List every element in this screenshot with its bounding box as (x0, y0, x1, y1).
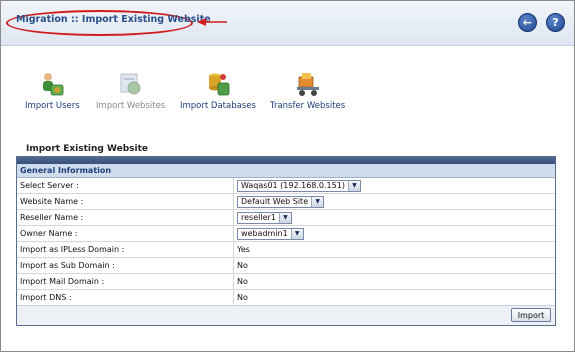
import-button[interactable]: Import (511, 308, 551, 322)
back-arrow-icon: ← (522, 16, 533, 29)
owner-name-label: Owner Name : (17, 225, 234, 242)
select-server-label: Select Server : (17, 178, 234, 194)
page-title: Migration :: Import Existing Website (16, 14, 211, 25)
table-row: Select Server : Waqas01 (192.168.0.151) … (17, 178, 555, 194)
import-users-button[interactable]: Import Users (25, 71, 80, 111)
mail-domain-label: Import Mail Domain : (17, 273, 234, 290)
owner-name-dropdown[interactable]: webadmin1 ▼ (237, 227, 304, 240)
chevron-down-icon: ▼ (278, 212, 291, 223)
select-server-dropdown[interactable]: Waqas01 (192.168.0.151) ▼ (237, 179, 361, 192)
help-icon: ? (552, 16, 559, 29)
chevron-down-icon: ▼ (347, 180, 360, 191)
window-frame: Migration :: Import Existing Website ← ?… (0, 0, 575, 352)
panel-header: General Information (17, 164, 555, 178)
help-button[interactable]: ? (546, 13, 565, 32)
ipless-domain-label: Import as IPLess Domain : (17, 241, 234, 258)
sub-domain-label: Import as Sub Domain : (17, 257, 234, 274)
import-websites-button[interactable]: Import Websites (96, 71, 165, 111)
import-databases-label: Import Databases (180, 101, 256, 111)
import-databases-button[interactable]: Import Databases (180, 71, 256, 111)
annotation-arrow-icon (197, 18, 227, 26)
chevron-down-icon: ▼ (290, 228, 303, 239)
website-name-label: Website Name : (17, 193, 234, 210)
import-users-label: Import Users (25, 101, 80, 111)
settings-table: Select Server : Waqas01 (192.168.0.151) … (17, 178, 555, 306)
chevron-down-icon: ▼ (311, 196, 324, 207)
website-name-dropdown[interactable]: Default Web Site ▼ (237, 195, 325, 208)
sub-domain-value: No (233, 257, 555, 274)
reseller-name-label: Reseller Name : (17, 209, 234, 226)
import-users-icon (43, 73, 64, 96)
back-button[interactable]: ← (518, 13, 537, 32)
reseller-name-dropdown[interactable]: reseller1 ▼ (237, 211, 292, 224)
import-websites-icon (120, 73, 141, 95)
panel-footer: Import (17, 305, 555, 325)
table-row: Import DNS : No (17, 289, 555, 306)
general-information-panel: General Information Select Server : Waqa… (16, 156, 556, 326)
transfer-websites-label: Transfer Websites (270, 101, 346, 111)
select-server-value: Waqas01 (192.168.0.151) (241, 181, 345, 190)
mail-domain-value: No (233, 273, 555, 290)
import-websites-label: Import Websites (96, 101, 166, 111)
transfer-websites-button[interactable]: Transfer Websites (270, 71, 345, 111)
table-row: Owner Name : webadmin1 ▼ (17, 225, 555, 242)
import-databases-icon (208, 73, 230, 96)
table-row: Import as IPLess Domain : Yes (17, 241, 555, 258)
panel-top-bar (17, 157, 555, 164)
table-row: Website Name : Default Web Site ▼ (17, 193, 555, 210)
table-row: Reseller Name : reseller1 ▼ (17, 209, 555, 226)
page-header: Migration :: Import Existing Website ← ? (1, 1, 574, 46)
transfer-websites-icon (296, 73, 319, 96)
table-row: Import as Sub Domain : No (17, 257, 555, 274)
website-name-value: Default Web Site (241, 197, 309, 206)
ipless-domain-value: Yes (233, 241, 555, 258)
table-row: Import Mail Domain : No (17, 273, 555, 290)
owner-name-value: webadmin1 (241, 229, 288, 238)
reseller-name-value: reseller1 (241, 213, 276, 222)
import-dns-value: No (233, 289, 555, 306)
import-dns-label: Import DNS : (17, 289, 234, 306)
section-title: Import Existing Website (26, 144, 148, 154)
